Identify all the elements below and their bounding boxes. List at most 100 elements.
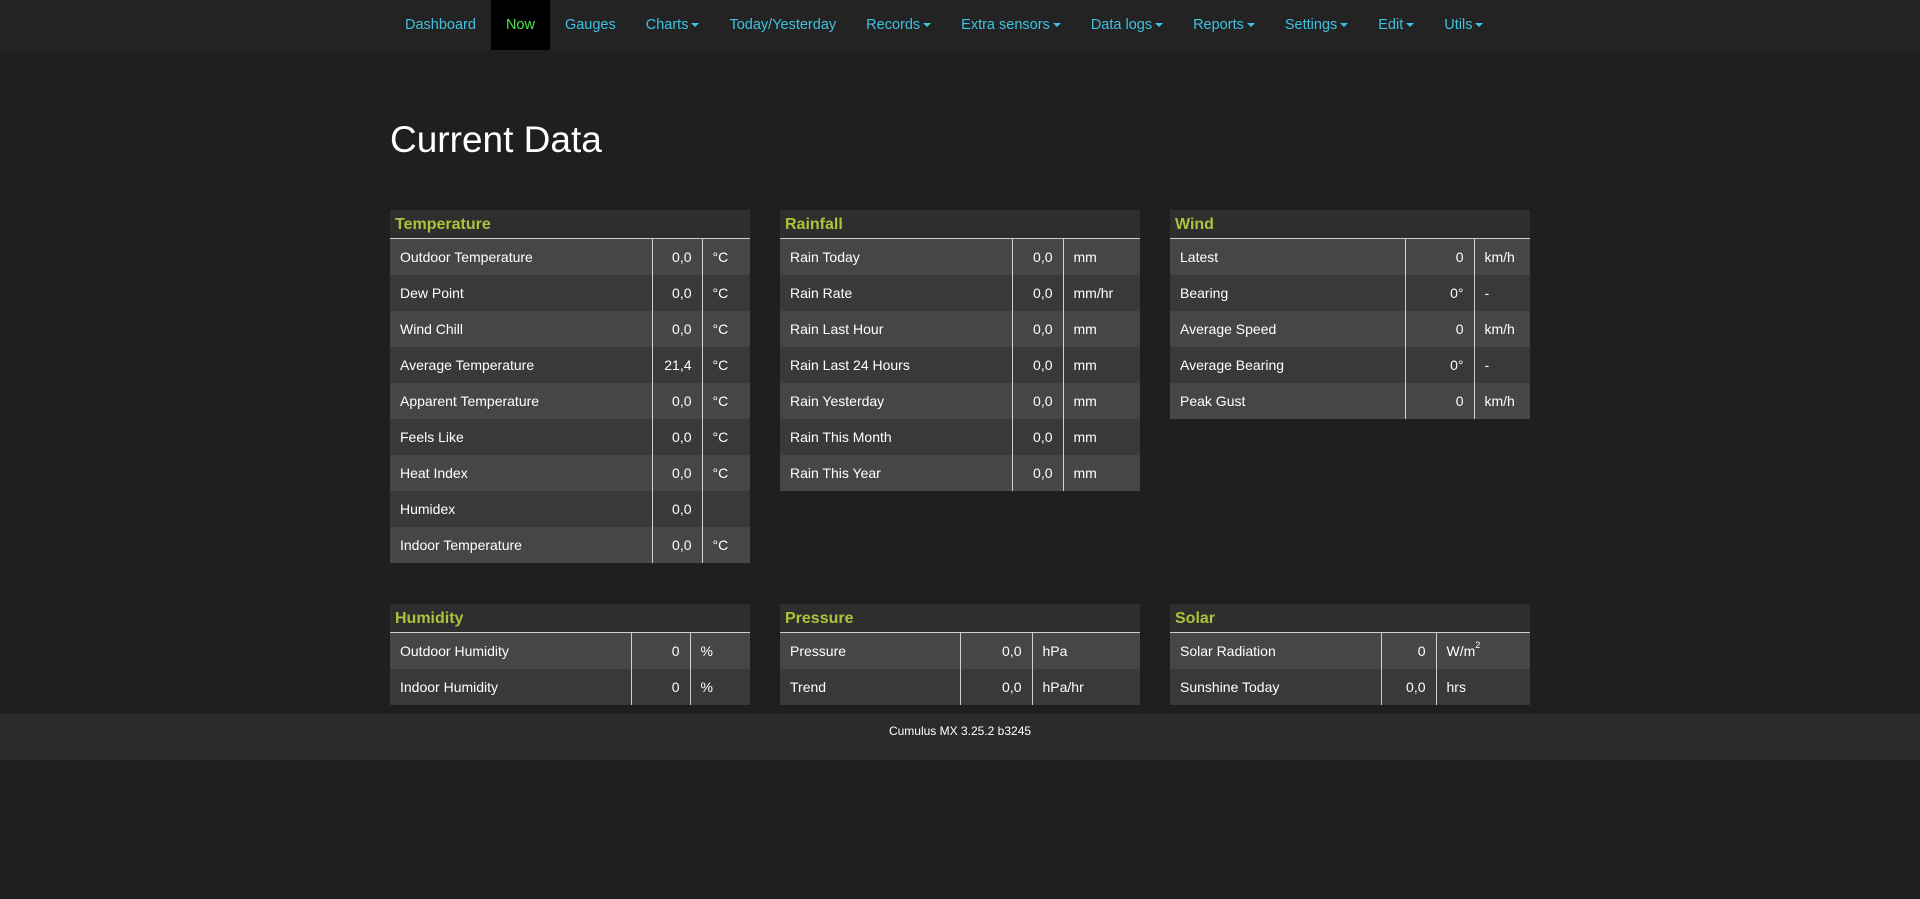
rainfall-table: Rain Today 0,0 mm Rain Rate 0,0 mm/hr Rain L… bbox=[780, 239, 1140, 491]
row-unit: hPa bbox=[1032, 633, 1140, 669]
nav-today-yesterday-label: Today/Yesterday bbox=[729, 17, 837, 33]
caret-down-icon bbox=[1246, 23, 1255, 28]
caret-down-icon bbox=[691, 23, 700, 28]
caret-down-icon bbox=[923, 23, 932, 28]
table-row: Outdoor Humidity 0% bbox=[390, 633, 750, 669]
row-value: 0,0 bbox=[960, 669, 1033, 705]
row-value: 0,0 bbox=[1012, 419, 1064, 455]
nav-settings-dropdown[interactable]: Settings bbox=[1270, 0, 1363, 50]
nav-utils-dropdown[interactable]: Utils bbox=[1429, 0, 1498, 50]
pressure-panel: Pressure Pressure 0,0 hPa Trend 0,0 hPa/hr bbox=[780, 604, 1140, 705]
nav-reports-label: Reports bbox=[1193, 17, 1244, 33]
wind-panel-title: Wind bbox=[1170, 210, 1530, 239]
row-unit: hPa/hr bbox=[1032, 669, 1140, 705]
table-row: Sunshine Today 0,0 hrs bbox=[1170, 669, 1530, 705]
row-value: 0,0 bbox=[652, 455, 703, 491]
row-unit: mm bbox=[1063, 383, 1140, 419]
row-label: Indoor Temperature bbox=[390, 527, 653, 563]
nav-reports-dropdown[interactable]: Reports bbox=[1178, 0, 1270, 50]
table-row: Rain Yesterday 0,0 mm bbox=[780, 383, 1140, 419]
caret-down-icon bbox=[1340, 23, 1349, 28]
row-unit: °C bbox=[702, 455, 750, 491]
nav-charts-dropdown[interactable]: Charts bbox=[631, 0, 715, 50]
caret-down-icon bbox=[1052, 23, 1061, 28]
row-unit: mm/hr bbox=[1063, 275, 1140, 311]
row-value: 0,0 bbox=[652, 419, 703, 455]
table-row: Feels Like 0,0 °C bbox=[390, 419, 750, 455]
row-unit-superscript: 2 bbox=[1475, 640, 1481, 650]
row-unit: °C bbox=[702, 311, 750, 347]
row-unit: mm bbox=[1063, 239, 1140, 275]
row-label: Average Bearing bbox=[1170, 347, 1406, 383]
nav-now[interactable]: Now bbox=[490, 0, 550, 50]
row-value: 0,0 bbox=[1012, 455, 1064, 491]
table-row: Bearing 0° - bbox=[1170, 275, 1530, 311]
nav-extra-sensors-dropdown[interactable]: Extra sensors bbox=[946, 0, 1076, 50]
row-label: Humidex bbox=[390, 491, 653, 527]
row-label: Trend bbox=[780, 669, 961, 705]
top-navbar: Dashboard Now Gauges Charts Today/Yester… bbox=[0, 0, 1920, 50]
caret-down-icon bbox=[1155, 23, 1164, 28]
table-row: Indoor Humidity 0% bbox=[390, 669, 750, 705]
row-unit: W/m2 bbox=[1436, 633, 1530, 669]
row-value: 0 bbox=[631, 633, 691, 669]
nav-today-yesterday[interactable]: Today/Yesterday bbox=[714, 0, 851, 50]
row-label: Pressure bbox=[780, 633, 961, 669]
row-value: 0,0 bbox=[1012, 311, 1064, 347]
row-value: 0,0 bbox=[1012, 275, 1064, 311]
nav-records-dropdown[interactable]: Records bbox=[851, 0, 946, 50]
solar-panel-title: Solar bbox=[1170, 604, 1530, 633]
row-value: 0 bbox=[1405, 239, 1475, 275]
row-value: 0,0 bbox=[652, 239, 703, 275]
table-row: Rain Last 24 Hours 0,0 mm bbox=[780, 347, 1140, 383]
table-row: Average Speed 0 km/h bbox=[1170, 311, 1530, 347]
row-unit: °C bbox=[702, 275, 750, 311]
nav-dashboard[interactable]: Dashboard bbox=[390, 0, 491, 50]
row-unit: °C bbox=[702, 239, 750, 275]
table-row: Pressure 0,0 hPa bbox=[780, 633, 1140, 669]
row-label: Heat Index bbox=[390, 455, 653, 491]
row-label: Dew Point bbox=[390, 275, 653, 311]
nav-settings-label: Settings bbox=[1284, 17, 1338, 33]
row-label: Outdoor Humidity bbox=[390, 633, 632, 669]
row-unit: °C bbox=[702, 383, 750, 419]
row-value: 0 bbox=[1381, 633, 1437, 669]
row-label: Rain This Year bbox=[780, 455, 1013, 491]
nav-now-label: Now bbox=[505, 17, 535, 33]
row-label: Rain Last 24 Hours bbox=[780, 347, 1013, 383]
row-value: 0,0 bbox=[652, 311, 703, 347]
solar-table: Solar Radiation 0 W/m2 Sunshine Today 0,0 hr… bbox=[1170, 633, 1530, 705]
footer: Cumulus MX 3.25.2 b3245 bbox=[0, 714, 1920, 760]
row-label: Peak Gust bbox=[1170, 383, 1406, 419]
nav-charts-label: Charts bbox=[645, 17, 689, 33]
wind-panel: Wind Latest 0 km/h Bearing 0° - Average Spee… bbox=[1170, 210, 1530, 419]
rainfall-panel: Rainfall Rain Today 0,0 mm Rain Rate 0,0 mm/… bbox=[780, 210, 1140, 491]
nav-edit-dropdown[interactable]: Edit bbox=[1363, 0, 1429, 50]
temperature-panel: Temperature Outdoor Temperature 0,0 °C Dew… bbox=[390, 210, 750, 563]
table-row: Heat Index 0,0 °C bbox=[390, 455, 750, 491]
nav-edit-label: Edit bbox=[1378, 17, 1404, 33]
row-unit: °C bbox=[702, 527, 750, 563]
humidity-panel-title: Humidity bbox=[390, 604, 750, 633]
row-unit-text: W/m bbox=[1446, 643, 1476, 659]
page-title: Current Data bbox=[390, 119, 602, 160]
row-unit: mm bbox=[1063, 419, 1140, 455]
row-unit: km/h bbox=[1474, 311, 1530, 347]
table-row: Humidex 0,0 bbox=[390, 491, 750, 527]
nav-gauges[interactable]: Gauges bbox=[550, 0, 631, 50]
table-row: Apparent Temperature 0,0 °C bbox=[390, 383, 750, 419]
row-value: 0 bbox=[631, 669, 691, 705]
table-row: Rain Today 0,0 mm bbox=[780, 239, 1140, 275]
nav-data-logs-dropdown[interactable]: Data logs bbox=[1076, 0, 1178, 50]
row-unit: km/h bbox=[1474, 239, 1530, 275]
row-unit: mm bbox=[1063, 455, 1140, 491]
row-label: Bearing bbox=[1170, 275, 1406, 311]
table-row: Rain This Year 0,0 mm bbox=[780, 455, 1140, 491]
table-row: Dew Point 0,0 °C bbox=[390, 275, 750, 311]
row-unit bbox=[702, 491, 750, 527]
row-unit: km/h bbox=[1474, 383, 1530, 419]
row-unit: mm bbox=[1063, 311, 1140, 347]
pressure-panel-title: Pressure bbox=[780, 604, 1140, 633]
table-row: Average Temperature 21,4 °C bbox=[390, 347, 750, 383]
row-unit: °C bbox=[702, 347, 750, 383]
